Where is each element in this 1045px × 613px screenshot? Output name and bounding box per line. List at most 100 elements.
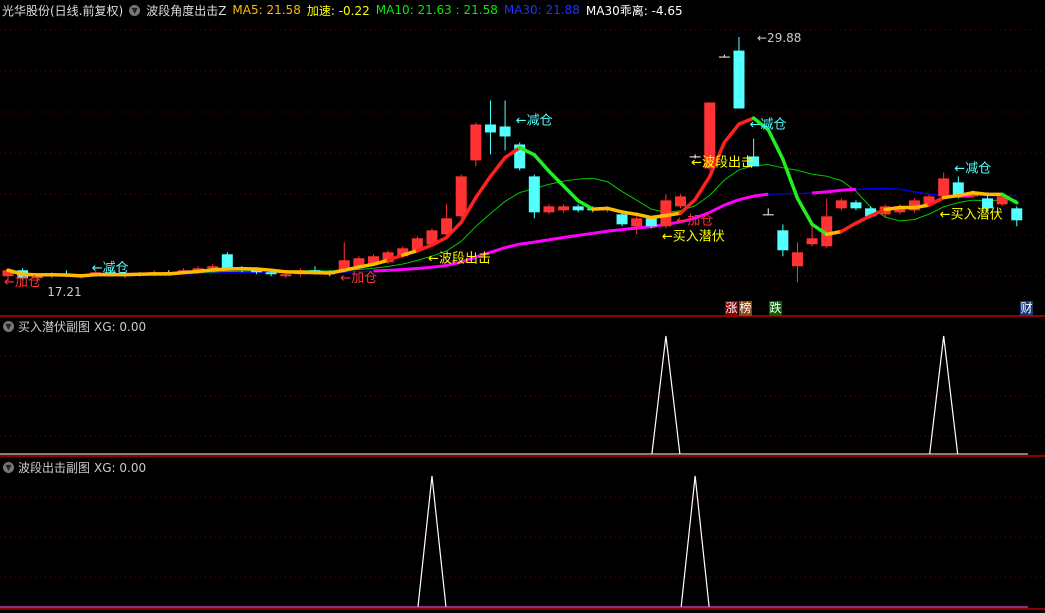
ma10-line: [636, 199, 652, 210]
ma10-line: [812, 173, 827, 177]
annotation-label: ←加仓: [677, 213, 714, 228]
candle-up: [455, 176, 467, 217]
marker-bang[interactable]: 榜: [739, 301, 752, 316]
annotation-label: ←减仓: [750, 117, 787, 132]
annotation-label: ←买入潜伏: [662, 229, 725, 244]
ma30-line: [841, 187, 857, 192]
candle-down: [528, 176, 540, 213]
annotation-label: ←加仓: [340, 271, 377, 286]
ma10-line: [607, 181, 623, 192]
ma30-line: [885, 187, 900, 190]
ma5-trend-line: [269, 268, 288, 274]
ma5-trend-line: [781, 157, 800, 201]
ma10-line: [490, 200, 506, 214]
low-price-label: 17.21: [47, 285, 81, 299]
ma5-trend-line: [912, 203, 931, 210]
ma5-trend-line: [474, 174, 493, 200]
dropdown-icon[interactable]: ▼: [3, 462, 14, 473]
ma5-trend-line: [254, 267, 273, 272]
annotation-label: ←波段出击: [691, 155, 754, 170]
ma30-line: [534, 238, 550, 244]
ma10-value: MA10: 21.63 : 21.58: [375, 3, 498, 17]
ma5-value: MA5: 21.58: [232, 3, 301, 17]
ma10-line: [621, 191, 637, 201]
ma30-value: MA30: 21.88: [503, 3, 580, 17]
candle-down: [572, 206, 584, 211]
accel-value: 加速: -0.22: [306, 3, 370, 18]
subpanel-2-value: XG: 0.00: [94, 460, 147, 475]
ma10-line: [504, 192, 520, 202]
indicator-name[interactable]: 波段角度出击Z: [146, 2, 226, 19]
wave-signal-spike: [417, 475, 447, 608]
ma10-line: [460, 225, 477, 242]
candle-down: [484, 124, 496, 133]
ma5-trend-line: [971, 191, 990, 197]
ma5-trend-line: [883, 205, 902, 212]
ma30-deviation: MA30乖离: -4.65: [585, 3, 683, 18]
ma5-trend-line: [839, 221, 858, 234]
ma10-line: [563, 178, 579, 182]
high-price-label: ←29.88: [757, 31, 801, 45]
ma10-line: [358, 267, 374, 270]
dropdown-icon[interactable]: ▼: [129, 4, 141, 16]
candle-down: [1011, 208, 1023, 221]
ma5-trend-line: [766, 127, 785, 161]
annotation-label: ←买入潜伏: [940, 207, 1003, 222]
subpanel-1-header: ▼ 买入潜伏副图 XG: 0.00: [3, 318, 146, 335]
candle-up: [806, 238, 818, 245]
ma10-line: [826, 175, 842, 182]
ma10-line: [768, 164, 783, 169]
ma30-line: [636, 225, 652, 230]
ma30-line: [388, 268, 403, 272]
ma5-trend-line: [795, 196, 814, 227]
ma10-line: [402, 259, 418, 265]
ma5-trend-line: [693, 174, 712, 202]
ma5-trend-line: [854, 214, 873, 225]
candle-up: [675, 196, 687, 207]
marker-cai[interactable]: 财: [1020, 301, 1033, 316]
ma30-line: [592, 229, 608, 235]
candle-down: [499, 126, 511, 137]
ma30-line: [504, 242, 521, 250]
ma30-line: [417, 265, 433, 270]
ma5-trend-line: [167, 270, 186, 276]
ma5-trend-line: [196, 268, 215, 274]
ma10-line: [943, 202, 959, 208]
subpanel-1-value: XG: 0.00: [94, 319, 147, 334]
candle-up: [543, 206, 555, 213]
stock-name: 光华股份(日线.前复权): [2, 3, 124, 18]
candle-down: [777, 230, 789, 251]
ma5-trend-line: [605, 206, 624, 214]
dropdown-icon[interactable]: ▼: [3, 321, 14, 332]
marker-zhang[interactable]: 涨: [725, 301, 738, 316]
ma10-line: [592, 177, 608, 183]
annotation-label: ←减仓: [516, 113, 553, 128]
subpanel-1-title[interactable]: 买入潜伏副图: [18, 318, 90, 335]
annotation-label: ←减仓: [954, 161, 991, 176]
ma10-line: [914, 213, 930, 220]
ma5-trend-line: [722, 122, 741, 145]
marker-die[interactable]: 跌: [769, 301, 782, 316]
ma30-line: [621, 226, 637, 232]
candle-up: [631, 218, 643, 227]
ma5-trend-line: [591, 206, 610, 211]
ma5-trend-line: [532, 153, 551, 173]
ma5-trend-line: [181, 269, 200, 275]
ma10-line: [797, 169, 813, 175]
ma30-line: [797, 192, 813, 195]
ma5-trend-line: [941, 193, 961, 200]
subpanel-2-header: ▼ 波段出击副图 XG: 0.00: [3, 459, 146, 476]
stock-chart[interactable]: ←加仓←减仓←加仓←波段出击←减仓←买入潜伏←加仓←波段出击←减仓←买入潜伏←减…: [0, 0, 1045, 613]
ma30-line: [723, 198, 740, 207]
ma10-line: [709, 179, 725, 196]
chart-header: 光华股份(日线.前复权) ▼ 波段角度出击Z MA5: 21.58 加速: -0…: [2, 2, 683, 18]
ma30-line: [738, 194, 754, 202]
ma10-line: [373, 265, 389, 269]
annotation-label: ←减仓: [92, 261, 129, 276]
ma5-trend-line: [561, 184, 580, 203]
ma30-line: [548, 236, 564, 242]
ma30-line: [607, 228, 623, 233]
subpanel-2-title[interactable]: 波段出击副图: [18, 459, 90, 476]
ma10-line: [958, 199, 974, 204]
ma5-trend-line: [634, 212, 654, 220]
